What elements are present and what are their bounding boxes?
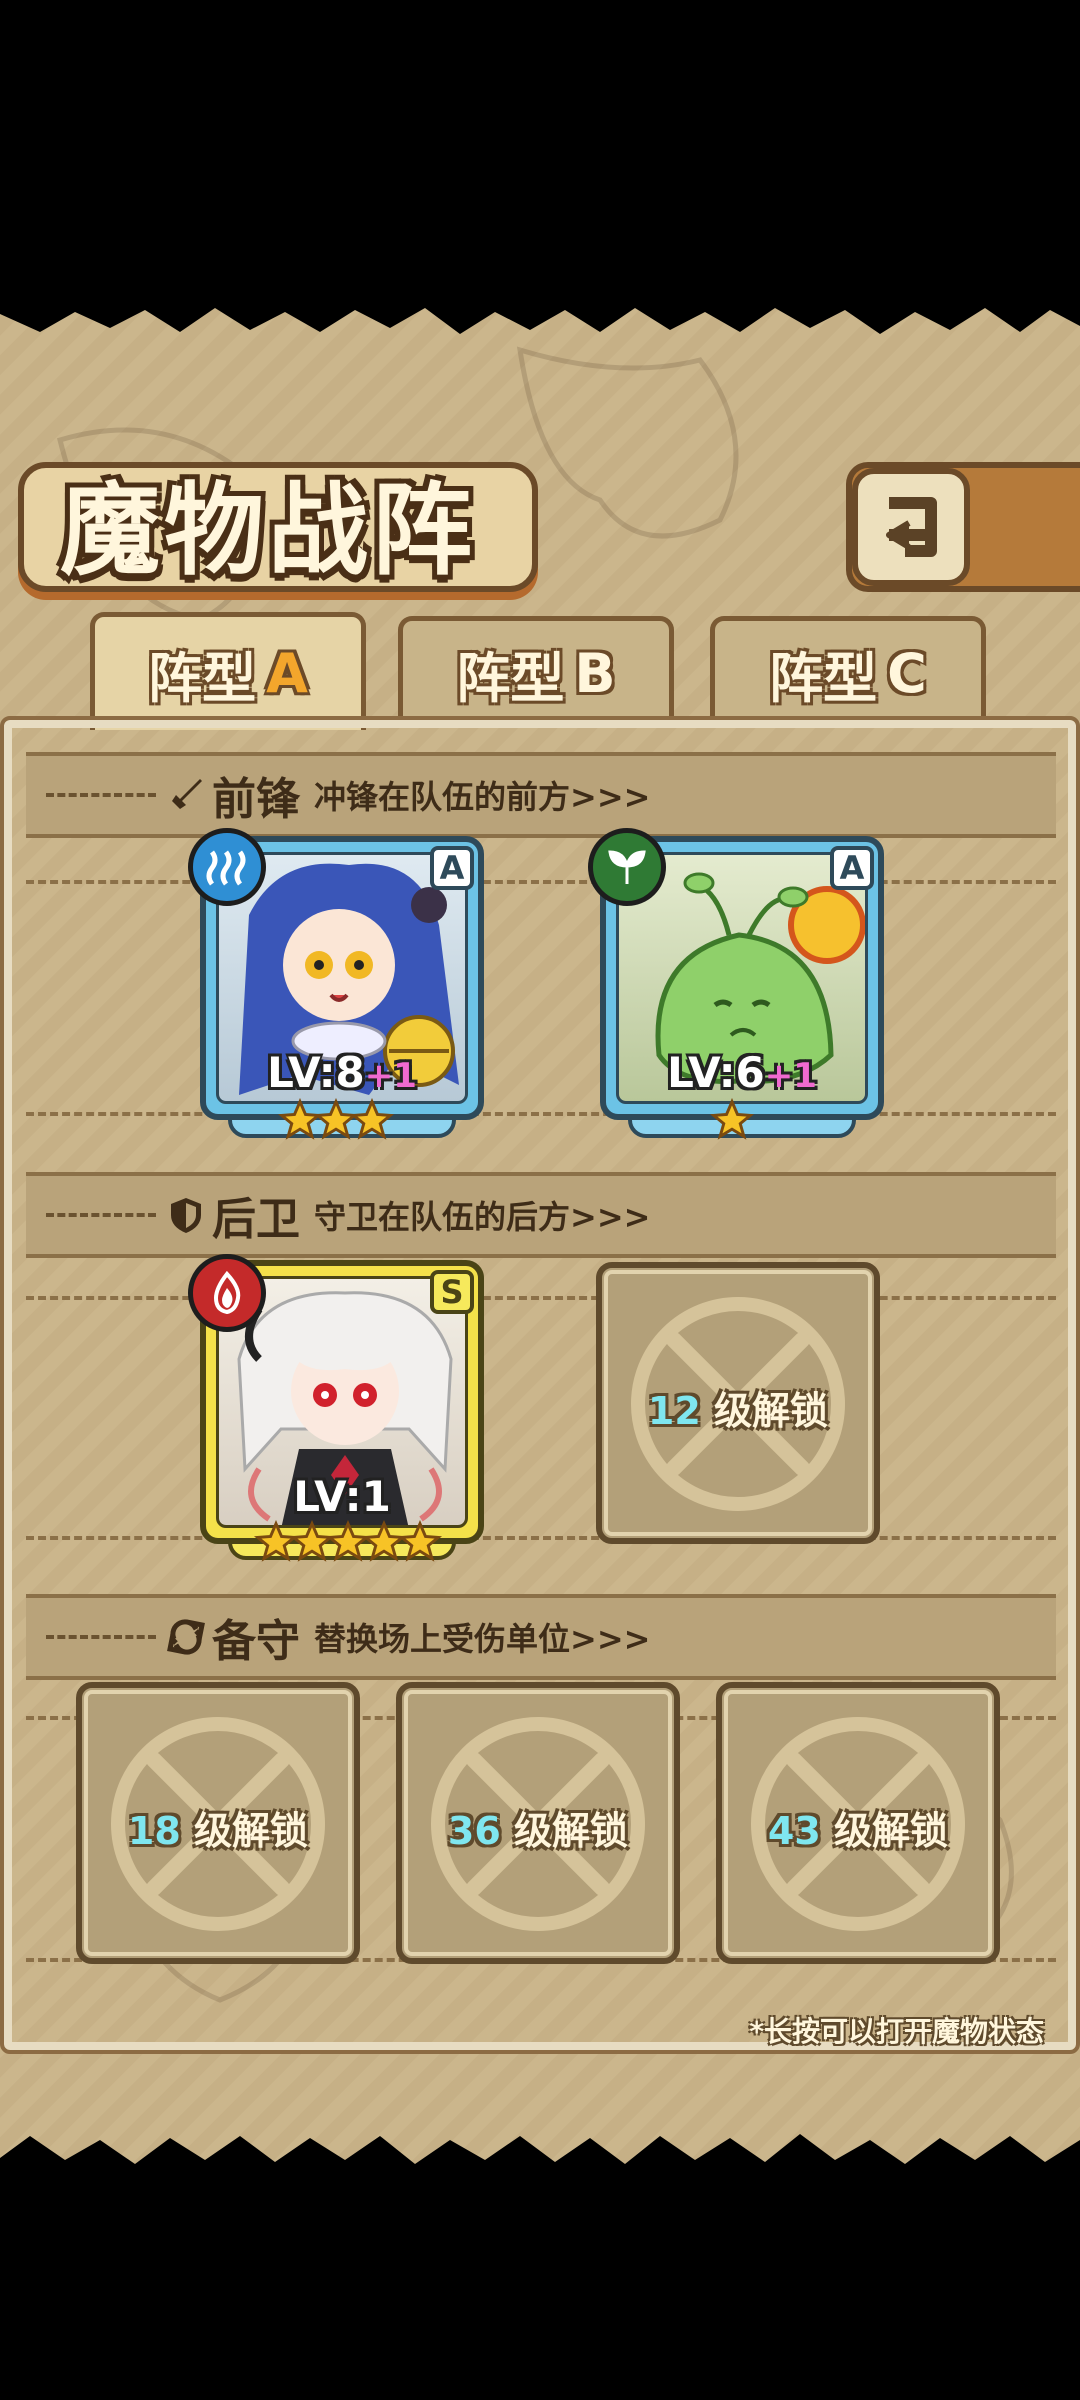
section-divider	[46, 1635, 156, 1639]
tab-label: 阵型	[456, 647, 565, 710]
section-divider	[46, 1213, 156, 1217]
leaf-icon	[588, 828, 666, 906]
tab-letter: C	[887, 642, 927, 705]
lane-line	[26, 1536, 1056, 1540]
level-value: LV:8	[267, 1048, 365, 1097]
section-rearguard: 后卫 守卫在队伍的后方>>>	[26, 1172, 1056, 1258]
tab-label: 阵型	[148, 647, 257, 710]
unlock-requirement: 43 级解锁	[722, 1800, 994, 1855]
section-title: 备守	[212, 1616, 300, 1667]
lane-line	[26, 880, 1056, 884]
star-rating	[710, 1098, 754, 1142]
unlock-level: 36	[447, 1809, 501, 1853]
shield-icon	[166, 1195, 206, 1235]
star-rating	[278, 1098, 394, 1142]
unlock-requirement: 12 级解锁	[602, 1380, 874, 1435]
section-title: 前锋	[212, 774, 300, 825]
level-bonus: +1	[364, 1056, 417, 1096]
locked-slot[interactable]: 12 级解锁	[596, 1262, 880, 1544]
unlock-level: 12	[647, 1389, 701, 1433]
sword-icon	[166, 775, 206, 815]
rank-badge: S	[430, 1270, 474, 1314]
fire-icon	[188, 1254, 266, 1332]
tab-letter: B	[574, 642, 616, 705]
section-divider	[46, 793, 156, 797]
section-reserve: 备守 替换场上受伤单位>>>	[26, 1594, 1056, 1680]
swap-icon	[166, 1617, 206, 1657]
locked-slot[interactable]: 43 级解锁	[716, 1682, 1000, 1964]
section-description: 冲锋在队伍的前方>>>	[314, 778, 651, 816]
level-value: LV:6	[667, 1048, 765, 1097]
star-icon	[398, 1520, 442, 1562]
tab-label: 阵型	[769, 647, 878, 710]
lane-line	[26, 1112, 1056, 1116]
unlock-requirement: 36 级解锁	[402, 1800, 674, 1855]
locked-slot[interactable]: 18 级解锁	[76, 1682, 360, 1964]
star-icon	[350, 1098, 394, 1140]
section-vanguard: 前锋 冲锋在队伍的前方>>>	[26, 752, 1056, 838]
unlock-text: 级解锁	[714, 1389, 829, 1433]
unlock-text: 级解锁	[194, 1809, 309, 1853]
rank-badge: A	[430, 846, 474, 890]
lane-line	[26, 1296, 1056, 1300]
unlock-level: 18	[127, 1809, 181, 1853]
level-value: LV:1	[293, 1472, 391, 1521]
section-description: 替换场上受伤单位>>>	[314, 1620, 651, 1658]
unlock-requirement: 18 级解锁	[82, 1800, 354, 1855]
section-title: 后卫	[212, 1194, 300, 1245]
level-label: LV:8+1	[206, 1048, 478, 1097]
locked-slot[interactable]: 36 级解锁	[396, 1682, 680, 1964]
unlock-text: 级解锁	[834, 1809, 949, 1853]
long-press-hint: *长按可以打开魔物状态	[749, 2015, 1044, 2048]
level-label: LV:1	[206, 1472, 478, 1521]
star-rating	[254, 1520, 442, 1564]
page-title: 魔物战阵	[60, 471, 476, 589]
section-description: 守卫在队伍的后方>>>	[314, 1198, 651, 1236]
tab-formation-c[interactable]: 阵型 C	[710, 616, 986, 726]
unlock-text: 级解锁	[514, 1809, 629, 1853]
tab-formation-b[interactable]: 阵型 B	[398, 616, 674, 726]
water-icon	[188, 828, 266, 906]
unlock-level: 43	[767, 1809, 821, 1853]
star-icon	[710, 1098, 754, 1140]
back-button[interactable]	[852, 468, 970, 586]
rank-badge: A	[830, 846, 874, 890]
level-bonus: +1	[764, 1056, 817, 1096]
return-arrow-icon	[886, 497, 937, 557]
level-label: LV:6+1	[606, 1048, 878, 1097]
tab-formation-a[interactable]: 阵型 A	[90, 612, 366, 730]
tab-letter: A	[266, 642, 308, 705]
